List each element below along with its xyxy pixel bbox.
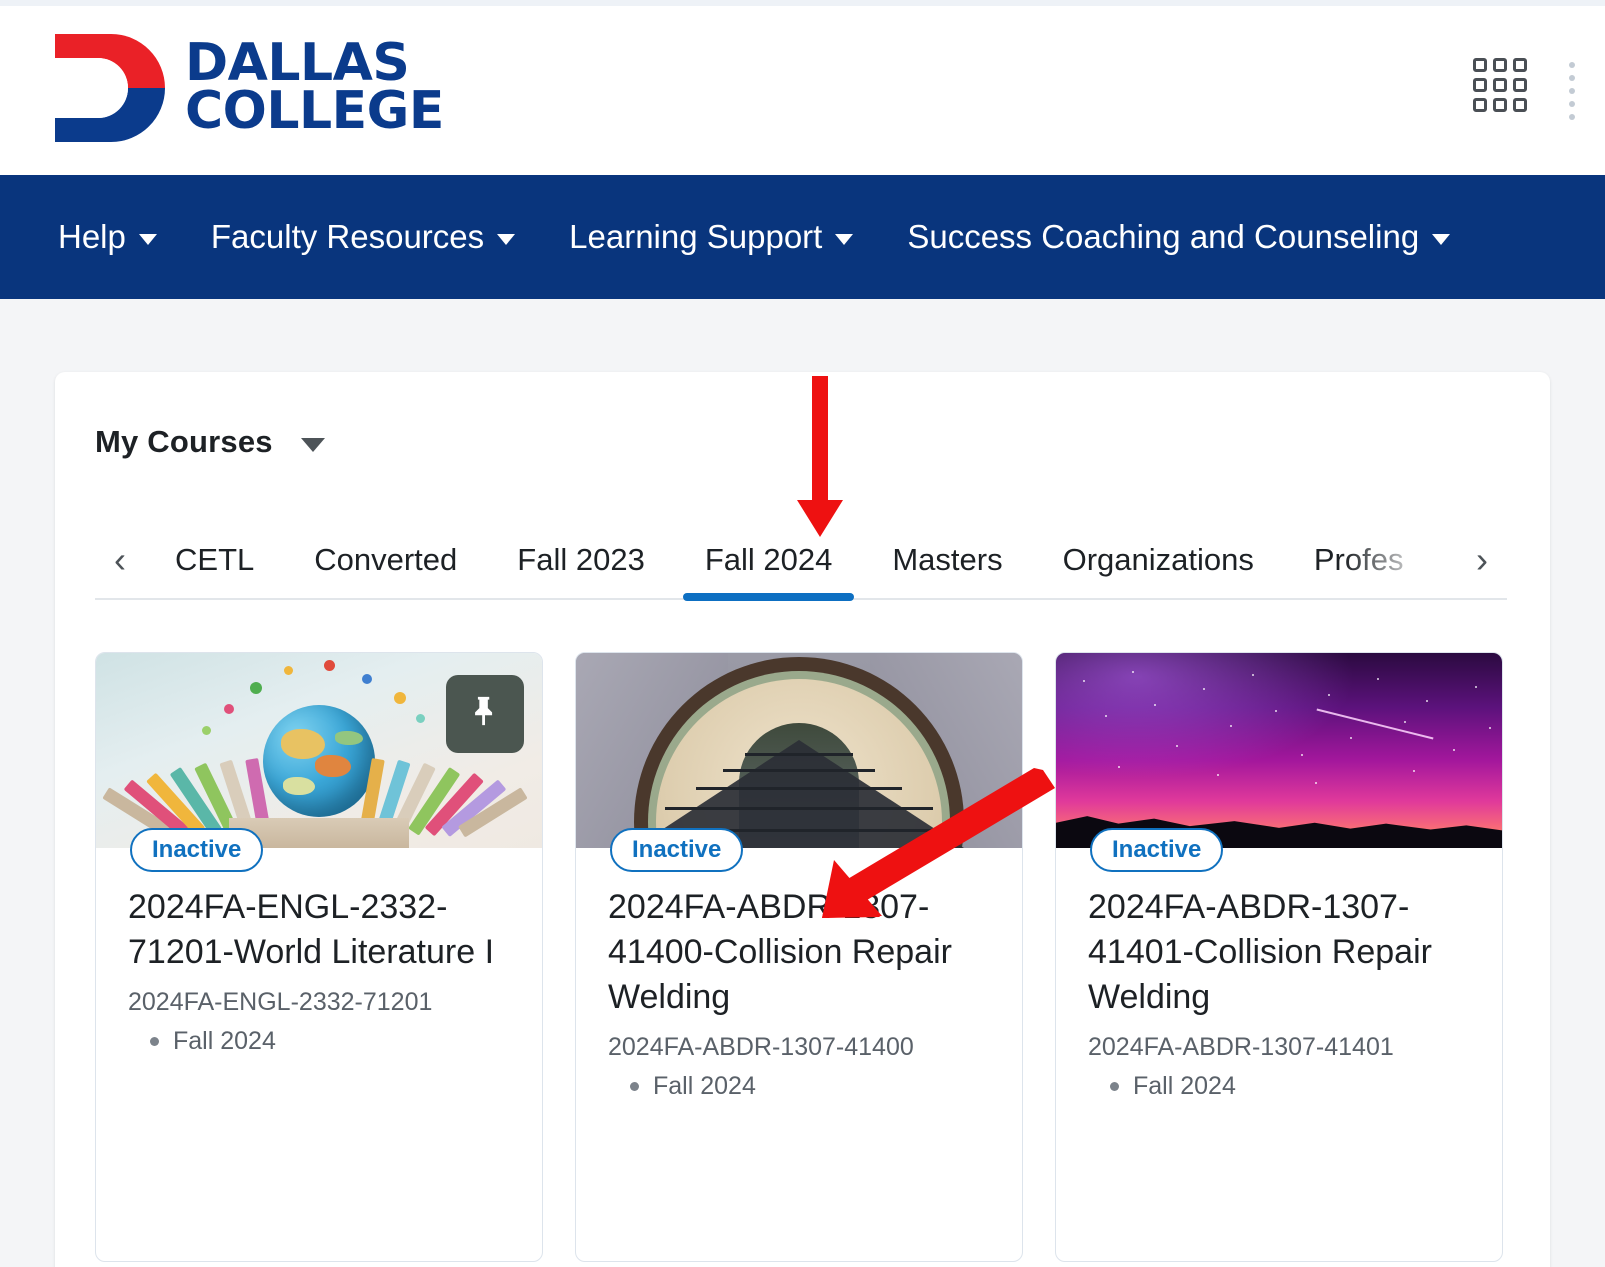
logo-text-line-2: COLLEGE [185,81,444,141]
status-badge: Inactive [610,828,744,872]
dot [1569,88,1575,94]
grid-cell [1493,78,1507,92]
tab-label: Fall 2023 [517,542,645,577]
app-grid-icon[interactable] [1473,58,1527,112]
tabs-scroll-left-button[interactable]: ‹ [95,542,145,578]
tabs-scroll-right-button[interactable]: › [1457,542,1507,578]
main-navigation: Help Faculty Resources Learning Support … [0,175,1605,299]
dallas-college-logo[interactable]: DALLAS COLLEGE [55,32,444,144]
tab-masters[interactable]: Masters [862,521,1032,599]
grid-cell [1493,58,1507,72]
chevron-down-icon[interactable] [300,438,325,452]
nav-item-help[interactable]: Help [58,218,157,256]
my-courses-header[interactable]: My Courses [95,424,325,460]
dot [1569,62,1575,68]
course-term-label: Fall 2024 [653,1071,756,1100]
page-title: My Courses [95,424,273,459]
course-id: 2024FA-ABDR-1307-41400 [608,1032,914,1061]
tab-cetl[interactable]: CETL [145,521,284,599]
nav-item-learning-support[interactable]: Learning Support [569,218,854,256]
nav-item-success-coaching-and-counseling[interactable]: Success Coaching and Counseling [907,218,1451,256]
grid-cell [1473,78,1487,92]
course-term: Fall 2024 [1088,1072,1474,1101]
nav-item-label: Success Coaching and Counseling [907,218,1420,255]
tab-label: Fall 2024 [704,542,833,577]
arrow-pointing-to-collision-repair-card [800,750,1060,930]
chevron-down-icon [1432,234,1451,245]
tab-label: Organizations [1062,542,1254,577]
dot [1569,75,1575,81]
dallas-college-d-star-logo [55,32,167,144]
course-card-image [1056,653,1502,848]
grid-cell [1513,58,1527,72]
course-card[interactable]: Inactive 2024FA-ABDR-1307-41401-Collisio… [1055,652,1503,1262]
tab-organizations[interactable]: Organizations [1033,521,1284,599]
course-title[interactable]: 2024FA-ABDR-1307-41401-Collision Repair … [1088,885,1474,1020]
page-root: DALLAS COLLEGE Help Faculty Resources Le… [0,0,1605,1267]
bullet-icon [150,1036,159,1046]
site-header: DALLAS COLLEGE [0,6,1605,175]
chevron-down-icon [835,234,854,245]
course-title[interactable]: 2024FA-ENGL-2332-71201-World Literature … [128,885,514,975]
nav-item-label: Learning Support [569,218,823,255]
purple-starry-night-sky-image [1056,653,1502,848]
course-term: Fall 2024 [608,1072,994,1101]
status-badge: Inactive [1090,828,1224,872]
grid-cell [1513,78,1527,92]
status-badge: Inactive [130,828,264,872]
grid-cell [1473,58,1487,72]
dot [1569,101,1575,107]
pin-icon [468,694,502,735]
grid-cell [1493,98,1507,112]
grid-cell [1513,98,1527,112]
grid-cell [1473,98,1487,112]
course-card-body: 2024FA-ENGL-2332-71201-World Literature … [128,885,514,1056]
tab-fall-2023[interactable]: Fall 2023 [487,521,675,599]
header-actions [1473,58,1575,120]
nav-item-faculty-resources[interactable]: Faculty Resources [210,218,516,256]
course-id: 2024FA-ABDR-1307-41401 [1088,1032,1394,1061]
tab-converted[interactable]: Converted [284,521,487,599]
course-term-label: Fall 2024 [173,1026,276,1055]
chevron-down-icon [497,234,516,245]
course-term: Fall 2024 [128,1027,514,1056]
pin-course-button[interactable] [446,675,524,753]
tab-professional[interactable]: Profes [1284,521,1434,599]
tab-label: Profes [1313,542,1404,577]
tabs-scroll-container: CETL Converted Fall 2023 Fall 2024 Maste… [145,521,1434,601]
shooting-star [1316,708,1434,740]
dot [1569,114,1575,120]
chevron-down-icon [138,234,157,245]
course-card-body: 2024FA-ABDR-1307-41401-Collision Repair … [1088,885,1474,1101]
course-term-label: Fall 2024 [1133,1071,1236,1100]
nav-item-label: Faculty Resources [210,218,485,255]
course-id: 2024FA-ENGL-2332-71201 [128,987,433,1016]
tab-label: CETL [175,542,255,577]
arrow-pointing-to-fall-2024-tab [794,376,846,538]
tab-label: Converted [314,542,458,577]
bullet-icon [1110,1081,1119,1091]
course-card-image [96,653,542,848]
course-card-list: Inactive 2024FA-ENGL-2332-71201-World Li… [95,652,1503,1262]
nav-item-label: Help [58,218,126,255]
course-card[interactable]: Inactive 2024FA-ABDR-1307-41400-Collisio… [575,652,1023,1262]
vertical-dots-icon[interactable] [1569,58,1575,120]
bullet-icon [630,1081,639,1091]
tab-label: Masters [892,542,1003,577]
course-card[interactable]: Inactive 2024FA-ENGL-2332-71201-World Li… [95,652,543,1262]
